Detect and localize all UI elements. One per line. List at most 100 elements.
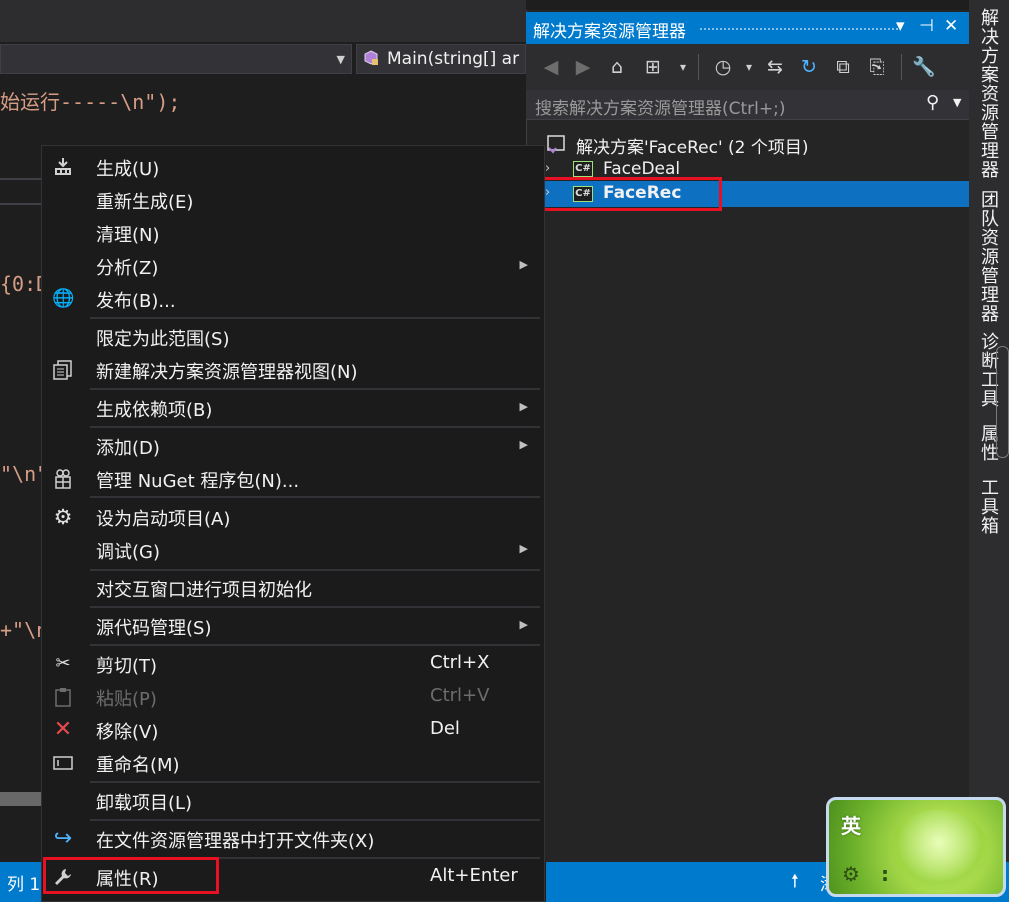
- menu-item-add[interactable]: 添加(D) ▶: [42, 429, 544, 462]
- submenu-arrow-icon: ▶: [519, 542, 528, 555]
- menu-item-label: 限定为此范围(S): [96, 329, 230, 350]
- menu-item-analyze[interactable]: 分析(Z) ▶: [42, 249, 544, 282]
- menu-item-source-control[interactable]: 源代码管理(S) ▶: [42, 609, 544, 642]
- menu-separator: [90, 644, 540, 646]
- solution-explorer-title-bar[interactable]: 解决方案资源管理器 ▾ ⊣ ✕: [526, 12, 969, 44]
- search-input[interactable]: 搜索解决方案资源管理器(Ctrl+;): [535, 94, 785, 119]
- menu-item-shortcut: Ctrl+V: [430, 685, 490, 706]
- menu-item-label: 生成(U): [96, 159, 160, 180]
- menu-item-rename[interactable]: 重命名(M): [42, 746, 544, 779]
- side-tab-solution-explorer[interactable]: 解决方案资源管理器: [971, 8, 1001, 179]
- leaf-decoration: [889, 810, 989, 890]
- nuget-icon: [52, 468, 74, 490]
- csharp-project-icon: C#: [573, 161, 593, 177]
- menu-item-label: 发布(B)...: [96, 291, 176, 312]
- gear-icon[interactable]: ⚙: [842, 862, 860, 886]
- chevron-down-icon[interactable]: ▼: [953, 96, 961, 109]
- editor-divider: [0, 203, 44, 205]
- chevron-right-icon[interactable]: ›: [545, 161, 550, 176]
- horizontal-scrollbar-thumb[interactable]: [0, 792, 44, 806]
- menu-item-interactive-init[interactable]: 对交互窗口进行项目初始化: [42, 571, 544, 604]
- refresh-icon[interactable]: ↻: [798, 56, 820, 78]
- menu-item-publish[interactable]: 🌐 发布(B)...: [42, 282, 544, 315]
- collapse-all-icon[interactable]: ⧉: [832, 56, 854, 78]
- show-all-files-icon[interactable]: ⎘: [866, 56, 888, 78]
- window-position-dropdown-icon[interactable]: ▾: [896, 16, 905, 36]
- switch-views-icon[interactable]: ⊞: [642, 56, 664, 78]
- solution-explorer-search[interactable]: 搜索解决方案资源管理器(Ctrl+;) ⚲ ▼: [526, 90, 969, 120]
- menu-separator: [90, 317, 540, 319]
- rename-icon: [52, 752, 74, 774]
- arrow-up-icon[interactable]: 🠕: [791, 869, 799, 899]
- forward-icon[interactable]: ▶: [572, 56, 594, 78]
- menu-item-rebuild[interactable]: 重新生成(E): [42, 183, 544, 216]
- scissors-icon: ✂: [55, 653, 71, 674]
- menu-separator: [90, 426, 540, 428]
- highlight-box: [43, 857, 219, 894]
- vertical-scroll-indicator: [996, 346, 1009, 458]
- close-icon[interactable]: ✕: [944, 16, 958, 36]
- menu-item-paste[interactable]: 粘贴(P) Ctrl+V: [42, 680, 544, 713]
- menu-item-shortcut: Del: [430, 718, 460, 739]
- side-tab-team-explorer[interactable]: 团队资源管理器: [971, 190, 1001, 323]
- ime-toolbar[interactable]: 英 ⚙ :: [826, 797, 1006, 897]
- menu-item-label: 添加(D): [96, 438, 160, 459]
- tree-item-label: FaceDeal: [603, 159, 681, 179]
- menu-item-label: 剪切(T): [96, 656, 158, 677]
- menu-item-clean[interactable]: 清理(N): [42, 216, 544, 249]
- gear-icon: ⚙: [53, 505, 73, 529]
- status-left-text: 列 1: [7, 875, 41, 895]
- member-navigation-dropdown[interactable]: Main(string[] ar: [356, 44, 526, 74]
- back-icon[interactable]: ◀: [540, 56, 562, 78]
- menu-item-build[interactable]: 生成(U): [42, 150, 544, 183]
- properties-icon[interactable]: 🔧: [912, 56, 936, 78]
- menu-item-label: 卸载项目(L): [96, 793, 193, 814]
- tree-item-label: 解决方案'FaceRec' (2 个项目): [576, 138, 809, 158]
- menu-item-shortcut: Ctrl+X: [430, 652, 490, 673]
- menu-item-label: 新建解决方案资源管理器视图(N): [96, 362, 358, 383]
- menu-item-set-startup[interactable]: ⚙ 设为启动项目(A): [42, 500, 544, 533]
- chevron-down-icon[interactable]: ▾: [738, 56, 760, 78]
- submenu-arrow-icon: ▶: [519, 618, 528, 631]
- open-folder-arrow-icon: ↪: [53, 826, 73, 851]
- menu-item-cut[interactable]: ✂ 剪切(T) Ctrl+X: [42, 647, 544, 680]
- ime-punctuation-icon[interactable]: :: [881, 862, 889, 886]
- member-navigation-label: Main(string[] ar: [387, 49, 520, 69]
- menu-separator: [90, 496, 540, 498]
- menu-item-label: 分析(Z): [96, 258, 159, 279]
- editor-tab-strip: [0, 0, 526, 42]
- menu-item-build-dependencies[interactable]: 生成依赖项(B) ▶: [42, 391, 544, 424]
- side-tab-toolbox[interactable]: 工具箱: [971, 478, 1001, 535]
- chevron-down-icon[interactable]: ▾: [672, 56, 694, 78]
- tree-item-solution[interactable]: 解决方案'FaceRec' (2 个项目): [526, 131, 969, 158]
- menu-item-manage-nuget[interactable]: 管理 NuGet 程序包(N)...: [42, 462, 544, 495]
- menu-item-remove[interactable]: ✕ 移除(V) Del: [42, 713, 544, 746]
- menu-item-open-in-explorer[interactable]: ↪ 在文件资源管理器中打开文件夹(X): [42, 822, 544, 855]
- menu-item-label: 移除(V): [96, 722, 159, 743]
- editor-divider: [0, 178, 44, 180]
- toolbar-separator: [698, 54, 699, 80]
- solution-icon: [547, 135, 565, 154]
- highlight-box: [542, 177, 722, 211]
- pending-changes-icon[interactable]: ◷: [712, 56, 734, 78]
- menu-item-label: 设为启动项目(A): [96, 509, 231, 530]
- type-navigation-dropdown[interactable]: ▼: [0, 44, 352, 74]
- menu-item-debug[interactable]: 调试(G) ▶: [42, 533, 544, 566]
- home-icon[interactable]: ⌂: [606, 56, 628, 78]
- menu-separator: [90, 819, 540, 821]
- menu-item-label: 调试(G): [96, 542, 160, 563]
- submenu-arrow-icon: ▶: [519, 438, 528, 451]
- sync-icon[interactable]: ⇆: [764, 56, 786, 78]
- ime-mode-label[interactable]: 英: [841, 810, 861, 839]
- menu-item-new-explorer-view[interactable]: 新建解决方案资源管理器视图(N): [42, 353, 544, 386]
- auto-hide-pin-icon[interactable]: ⊣: [919, 16, 934, 36]
- menu-separator: [90, 606, 540, 608]
- title-grip: [699, 27, 899, 32]
- menu-item-label: 粘贴(P): [96, 689, 157, 710]
- menu-item-scope-to-this[interactable]: 限定为此范围(S): [42, 320, 544, 353]
- solution-explorer-toolbar: ◀ ▶ ⌂ ⊞ ▾ ◷ ▾ ⇆ ↻ ⧉ ⎘ 🔧: [526, 44, 969, 90]
- paste-icon: [52, 686, 74, 708]
- menu-separator: [90, 781, 540, 783]
- search-icon[interactable]: ⚲: [926, 92, 939, 113]
- menu-item-unload-project[interactable]: 卸载项目(L): [42, 784, 544, 817]
